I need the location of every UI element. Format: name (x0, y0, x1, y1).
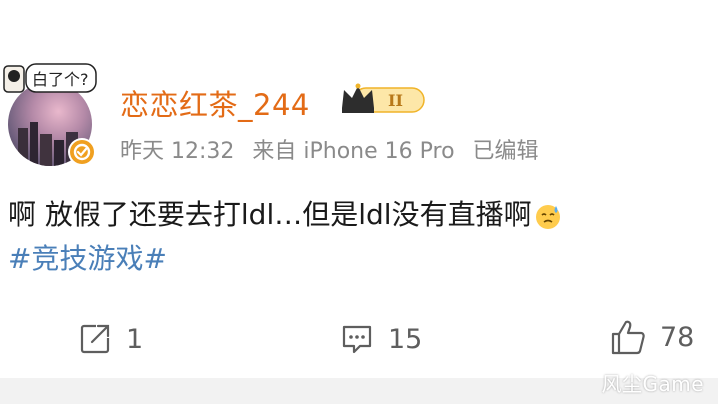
post-meta: 昨天 12:32 来自 iPhone 16 Pro 已编辑 (120, 133, 557, 165)
repost-count: 1 (126, 323, 144, 355)
action-bar: 1 15 78 (0, 318, 718, 368)
repost-button[interactable]: 1 (78, 322, 143, 356)
avatar-container[interactable]: 白了个? (3, 62, 97, 172)
thumbs-up-icon (611, 320, 645, 355)
username[interactable]: 恋恋红茶_244 (120, 82, 310, 124)
comment-count: 15 (388, 323, 423, 355)
sweat-face-emoji-icon (534, 202, 562, 230)
member-badge[interactable]: II (338, 82, 426, 116)
edited-label[interactable]: 已编辑 (473, 139, 539, 164)
hashtag-link[interactable]: #竞技游戏# (8, 237, 167, 277)
post-content: 啊 放假了还要去打ldl…但是ldl没有直播啊 (8, 193, 562, 233)
watermark: 风尘Game (601, 372, 704, 396)
like-count: 78 (660, 321, 695, 353)
post-source: 来自 iPhone 16 Pro (252, 139, 455, 164)
badge-text: II (388, 91, 403, 110)
comment-bubble-icon (342, 325, 372, 354)
avatar-sticker: 白了个? (3, 63, 97, 93)
share-arrow-icon (80, 324, 110, 354)
avatar-sticker-text: 白了个? (32, 70, 89, 89)
post-time: 昨天 12:32 (120, 139, 235, 164)
post-text: 啊 放假了还要去打ldl…但是ldl没有直播啊 (8, 198, 532, 231)
comment-button[interactable]: 15 (340, 322, 422, 356)
like-button[interactable]: 78 (610, 318, 694, 356)
verified-badge-icon (68, 138, 96, 166)
